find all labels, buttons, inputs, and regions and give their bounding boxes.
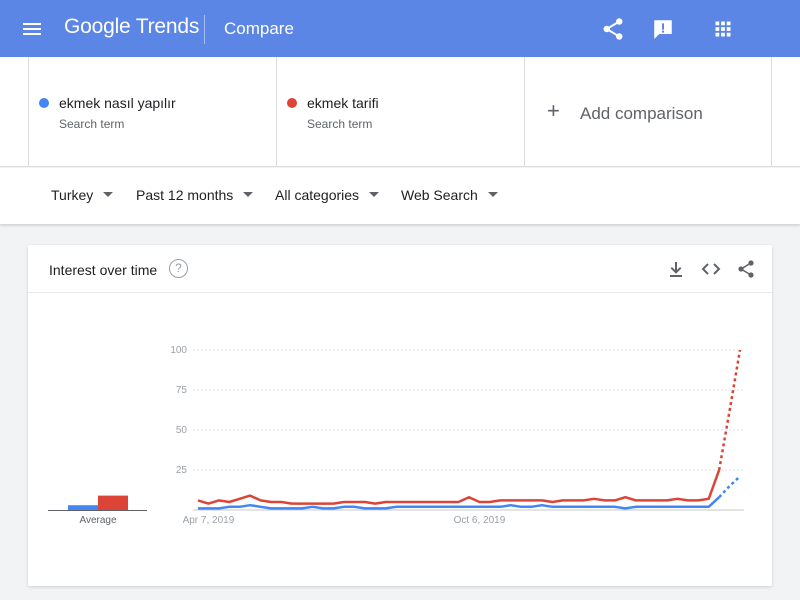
search-terms-bar: ekmek nasıl yapılır Search term ekmek ta… [0,57,800,167]
chevron-down-icon [369,191,380,197]
share-icon[interactable] [598,14,628,44]
search-term-card-1[interactable]: ekmek nasıl yapılır Search term [28,57,276,167]
header-divider [204,15,205,44]
interest-over-time-chart: 100 75 50 25 Apr 7, 2019 Oct 6, 2019 Average [48,345,744,526]
search-type-dropdown[interactable]: Web Search [401,187,498,203]
time-range-dropdown[interactable]: Past 12 months [136,187,254,203]
search-term-type: Search term [307,117,373,131]
x-tick-label: Oct 6, 2019 [454,515,506,526]
time-range-value: Past 12 months [136,187,234,203]
chevron-down-icon [487,191,498,197]
term-color-dot-1 [39,98,49,108]
feedback-icon[interactable] [648,14,678,44]
series-line-partial [717,349,742,471]
term-color-dot-2 [287,98,297,108]
chevron-down-icon [103,191,114,197]
menu-icon[interactable] [12,13,52,45]
category-value: All categories [275,187,360,203]
y-tick-label: 75 [176,385,188,396]
y-tick-label: 25 [176,465,188,476]
google-trends-logo[interactable]: Google Trends [64,15,199,39]
average-label: Average [79,515,117,526]
category-dropdown[interactable]: All categories [275,187,380,203]
apps-icon[interactable] [708,14,738,44]
search-term-name: ekmek nasıl yapılır [59,95,176,111]
y-tick-label: 50 [176,425,188,436]
series-line [197,469,721,505]
x-tick-label: Apr 7, 2019 [183,515,235,526]
app-header: Google Trends Compare [0,0,800,57]
interest-over-time-card: Interest over time ? 100 75 50 25 Apr 7, 201… [28,245,772,586]
average-bar [98,495,128,510]
search-term-type: Search term [59,117,125,131]
average-bar [68,505,98,510]
page-title: Compare [224,19,294,38]
y-tick-label: 100 [170,345,187,356]
region-dropdown[interactable]: Turkey [51,187,114,203]
search-term-card-2[interactable]: ekmek tarifi Search term [276,57,524,167]
add-comparison-label: Add comparison [580,104,703,123]
search-type-value: Web Search [401,187,478,203]
search-term-name: ekmek tarifi [307,95,379,111]
filters-bar: Turkey Past 12 months All categories Web… [0,168,800,224]
chevron-down-icon [243,191,254,197]
add-comparison-button[interactable]: + Add comparison [524,57,772,167]
series-line-partial [718,475,741,499]
region-value: Turkey [51,187,94,203]
plus-icon: + [547,98,560,123]
